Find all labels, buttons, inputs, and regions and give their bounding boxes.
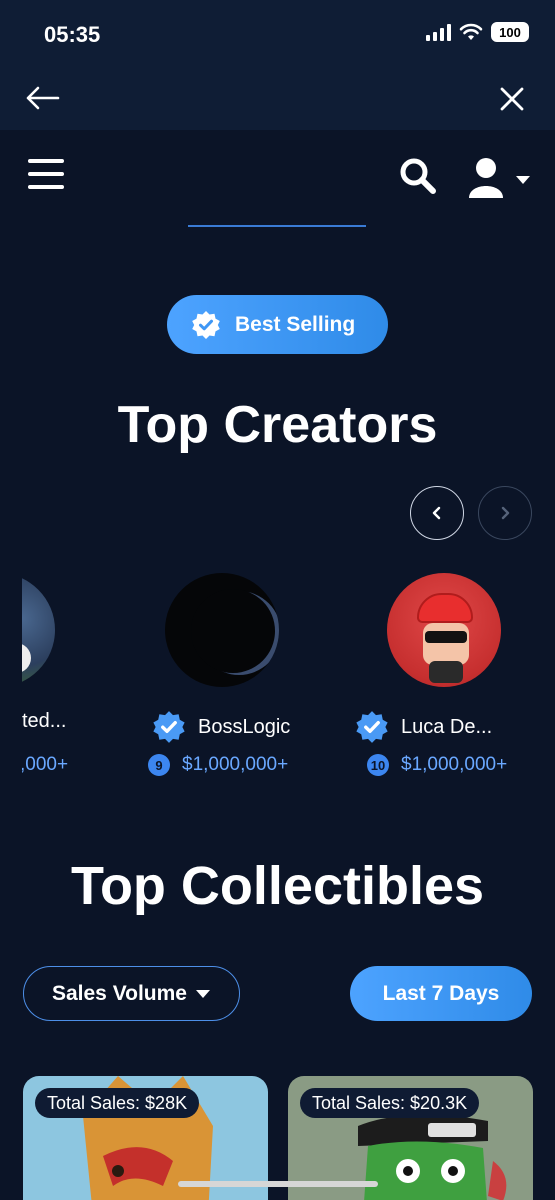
creator-card[interactable]: BossLogic 9 $1,000,000+ [144,570,344,790]
creator-rank-row: 9 $1,000,000+ [148,754,288,776]
chevron-left-icon [432,506,441,520]
user-icon[interactable] [466,156,532,200]
home-indicator [178,1181,378,1187]
creators-carousel: ted... ,000+ BossLogic 9 $1,000,000+ Luc… [22,570,555,800]
best-selling-badge: Best Selling [167,295,388,354]
total-sales-pill: Total Sales: $28K [35,1088,200,1118]
creator-rank-row: 10 $1,000,000+ [367,754,507,776]
creator-name: ted... [22,710,67,732]
top-collectibles-title: Top Collectibles [70,856,485,916]
creator-sales: $1,000,000+ [401,754,508,775]
nav-divider [188,225,366,227]
creator-name-row: ted... [22,710,66,733]
rank-badge: 10 [367,754,389,776]
carousel-prev-button[interactable] [410,486,464,540]
last-7-days-label: Last 7 Days [382,981,500,1005]
close-icon[interactable] [497,84,527,114]
last-7-days-button[interactable]: Last 7 Days [350,966,532,1021]
wifi-icon [459,23,483,40]
creator-card[interactable]: Luca De... 10 $1,000,000+ [355,570,555,790]
status-bar: 05:35 100 [0,0,555,70]
chevron-right-icon [501,506,510,520]
browser-bar [0,70,555,130]
carousel-next-button[interactable] [478,486,532,540]
caret-down-icon [196,989,210,998]
sales-volume-dropdown[interactable]: Sales Volume [23,966,240,1021]
verified-icon [192,310,220,339]
creator-name: Luca De... [401,715,493,738]
creator-card[interactable]: ted... ,000+ [22,570,68,790]
verified-icon [153,711,185,743]
verified-icon [356,711,388,743]
total-sales-pill: Total Sales: $20.3K [300,1088,480,1118]
rank-badge: 9 [148,754,170,776]
hamburger-icon[interactable] [28,158,64,190]
badge-label: Best Selling [235,312,356,336]
sales-volume-label: Sales Volume [51,981,187,1005]
status-time: 05:35 [44,22,101,47]
top-creators-title: Top Creators [117,396,438,454]
cellular-signal-icon [426,23,451,41]
creator-sales: ,000+ [22,754,69,775]
battery-indicator: 100 [491,22,529,42]
creator-sales: $1,000,000+ [182,754,289,775]
creator-avatar [387,573,501,687]
site-nav [0,130,555,230]
creator-name-row: BossLogic [152,710,290,744]
creator-name-row: Luca De... [355,710,492,744]
creator-avatar [165,573,279,687]
creator-avatar [22,573,55,687]
arrow-left-icon[interactable] [22,82,62,114]
search-icon[interactable] [398,156,438,196]
creator-name: BossLogic [198,715,291,738]
creator-rank-row: ,000+ [22,754,68,776]
status-icons: 100 [426,22,529,42]
